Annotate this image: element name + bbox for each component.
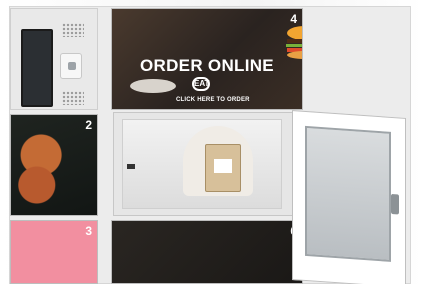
- food-plate: [130, 79, 176, 93]
- locker-door-open[interactable]: [292, 110, 406, 284]
- locker-interior: [122, 119, 282, 209]
- locker-number: 3: [85, 224, 92, 238]
- speaker-grille-icon: [62, 23, 84, 37]
- locker-2[interactable]: 2: [10, 114, 98, 216]
- kiosk-terminal: [10, 8, 98, 110]
- scanner-lens-icon: [68, 62, 76, 70]
- burger-icon: [286, 26, 302, 59]
- order-cta-link[interactable]: CLICK HERE TO ORDER: [176, 97, 250, 103]
- qr-scanner[interactable]: [60, 53, 82, 79]
- eat-badge: EAT: [192, 77, 210, 91]
- locker-3[interactable]: 3: [10, 220, 98, 284]
- takeaway-bag[interactable]: [205, 144, 241, 192]
- food-locker-scene: 4 ORDER ONLINE EAT CLICK HERE TO ORDER 2…: [0, 0, 423, 284]
- speaker-grille-icon: [62, 91, 84, 105]
- door-window: [305, 125, 391, 262]
- locker-number: 4: [290, 12, 297, 26]
- lock-slot-icon: [127, 164, 135, 169]
- bag-label: [214, 159, 232, 173]
- locker-6[interactable]: 6: [111, 220, 303, 284]
- kiosk-screen[interactable]: [21, 29, 53, 107]
- door-latch-icon[interactable]: [391, 193, 399, 215]
- open-locker-compartment[interactable]: [113, 112, 293, 216]
- order-online-headline: ORDER ONLINE: [140, 56, 274, 75]
- locker-number: 2: [85, 118, 92, 132]
